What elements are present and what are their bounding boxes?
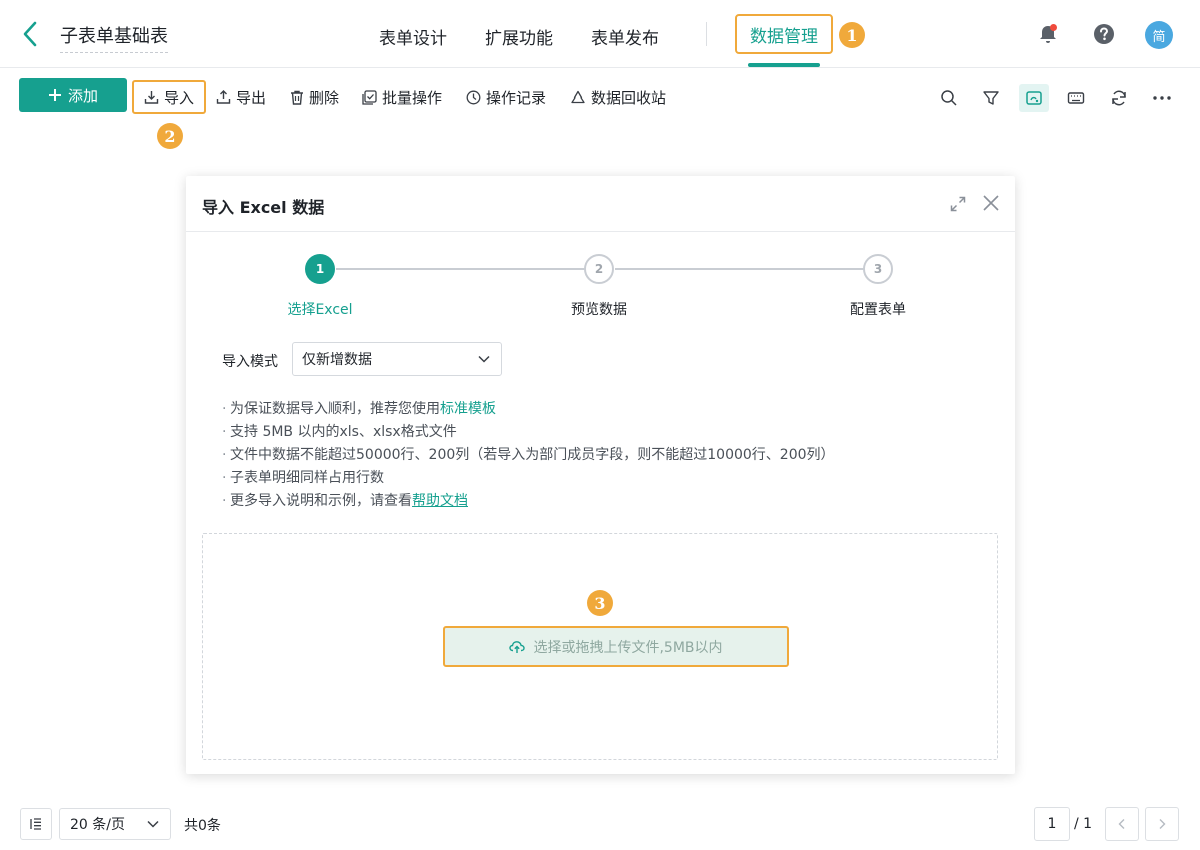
close-icon[interactable] — [978, 190, 1004, 216]
recycle-bin-button[interactable]: 数据回收站 — [570, 86, 666, 108]
upload-button[interactable]: 选择或拖拽上传文件,5MB以内 — [443, 626, 789, 667]
batch-button-label: 批量操作 — [382, 88, 443, 107]
recycle-icon — [571, 90, 585, 103]
page-size-select[interactable]: 20 条/页 — [59, 808, 171, 840]
chevron-down-icon — [478, 355, 490, 363]
step-label-3: 配置表单 — [850, 302, 906, 318]
note-item: · 子表单明细同样占用行数 — [222, 470, 384, 486]
clock-icon — [466, 90, 481, 104]
step-label-2: 预览数据 — [571, 302, 627, 318]
delete-button-label: 删除 — [309, 88, 340, 107]
card-view-icon[interactable] — [1019, 84, 1049, 112]
note-item: · 更多导入说明和示例，请查看帮助文档 — [222, 493, 468, 509]
import-mode-select[interactable]: 仅新增数据 — [292, 342, 502, 376]
expand-icon[interactable] — [946, 192, 970, 216]
note-text: 为保证数据导入顺利，推荐您使用 — [230, 401, 440, 417]
tab-divider — [706, 22, 707, 46]
page-title[interactable]: 子表单基础表 — [60, 22, 168, 53]
add-button-label: 添加 — [67, 86, 98, 105]
upload-dropzone[interactable]: 选择或拖拽上传文件,5MB以内 — [202, 533, 998, 760]
log-button[interactable]: 操作记录 — [466, 86, 546, 108]
next-page-button[interactable] — [1145, 807, 1179, 841]
page-size-value: 20 条/页 — [70, 817, 125, 833]
tab-form-design[interactable]: 表单设计 — [379, 24, 447, 49]
column-settings-icon[interactable] — [20, 808, 52, 840]
refresh-icon[interactable] — [1104, 84, 1134, 112]
import-dialog: 导入 Excel 数据 1 2 3 选择Excel 预览数据 配置表单 导入模式… — [186, 176, 1015, 774]
import-button[interactable]: 导入 — [132, 80, 206, 114]
import-notes: · 为保证数据导入顺利，推荐您使用标准模板 · 支持 5MB 以内的xls、xlsx… — [222, 398, 835, 513]
upload-button-label: 选择或拖拽上传文件,5MB以内 — [533, 639, 723, 656]
active-tab-indicator — [748, 63, 820, 67]
note-item: · 支持 5MB 以内的xls、xlsx格式文件 — [222, 424, 457, 440]
prev-page-button[interactable] — [1105, 807, 1139, 841]
note-text: 支持 5MB 以内的xls、xlsx格式文件 — [230, 424, 457, 440]
import-mode-label: 导入模式 — [222, 354, 278, 370]
plus-icon — [48, 89, 61, 101]
step-indicator-1: 1 — [305, 254, 335, 284]
step-marker-1: 1 — [839, 22, 865, 48]
step-label-1: 选择Excel — [287, 302, 353, 318]
add-button[interactable]: 添加 — [19, 78, 127, 112]
help-doc-link[interactable]: 帮助文档 — [412, 493, 468, 509]
top-header: 子表单基础表 表单设计 扩展功能 表单发布 数据管理 1 简 — [0, 0, 1200, 68]
recycle-bin-label: 数据回收站 — [591, 88, 667, 107]
import-button-label: 导入 — [163, 88, 194, 107]
chevron-down-icon — [147, 820, 159, 828]
step-connector — [615, 268, 864, 270]
filter-icon[interactable] — [976, 84, 1006, 112]
upload-cloud-icon — [509, 640, 526, 653]
export-icon — [216, 89, 231, 104]
keyboard-icon[interactable] — [1061, 84, 1091, 112]
step-marker-2: 2 — [157, 123, 183, 149]
page-number-input[interactable]: 1 — [1034, 807, 1070, 841]
tab-extensions[interactable]: 扩展功能 — [485, 24, 553, 49]
delete-button[interactable]: 删除 — [290, 86, 339, 108]
bell-icon[interactable] — [1036, 22, 1060, 46]
more-icon[interactable] — [1147, 84, 1177, 112]
help-icon[interactable] — [1092, 22, 1116, 46]
dialog-title: 导入 Excel 数据 — [202, 198, 325, 217]
step-marker-3: 3 — [587, 590, 613, 616]
note-text: 更多导入说明和示例，请查看 — [230, 493, 412, 509]
total-count: 共0条 — [184, 818, 221, 834]
note-item: · 为保证数据导入顺利，推荐您使用标准模板 — [222, 401, 496, 417]
note-text: 子表单明细同样占用行数 — [230, 470, 384, 486]
back-icon[interactable] — [18, 20, 42, 48]
page-total: / 1 — [1074, 816, 1093, 832]
avatar[interactable]: 简 — [1145, 21, 1173, 49]
chevron-left-icon — [1118, 819, 1125, 829]
tab-publish[interactable]: 表单发布 — [591, 24, 659, 49]
step-connector — [336, 268, 585, 270]
chevron-right-icon — [1159, 819, 1166, 829]
search-icon[interactable] — [934, 84, 964, 112]
import-mode-value: 仅新增数据 — [302, 352, 372, 368]
log-button-label: 操作记录 — [486, 88, 547, 107]
template-link[interactable]: 标准模板 — [440, 401, 496, 417]
batch-button[interactable]: 批量操作 — [362, 86, 442, 108]
step-indicator-2: 2 — [584, 254, 614, 284]
export-button-label: 导出 — [236, 88, 267, 107]
tab-data-management[interactable]: 数据管理 — [735, 14, 833, 54]
note-item: · 文件中数据不能超过50000行、200列（若导入为部门成员字段，则不能超过10… — [222, 447, 835, 463]
trash-icon — [291, 90, 303, 105]
note-text: 文件中数据不能超过50000行、200列（若导入为部门成员字段，则不能超过100… — [230, 447, 835, 463]
export-button[interactable]: 导出 — [216, 86, 266, 108]
step-indicator-3: 3 — [863, 254, 893, 284]
import-icon — [144, 90, 159, 104]
dialog-header: 导入 Excel 数据 — [186, 176, 1015, 232]
batch-icon — [362, 89, 377, 105]
